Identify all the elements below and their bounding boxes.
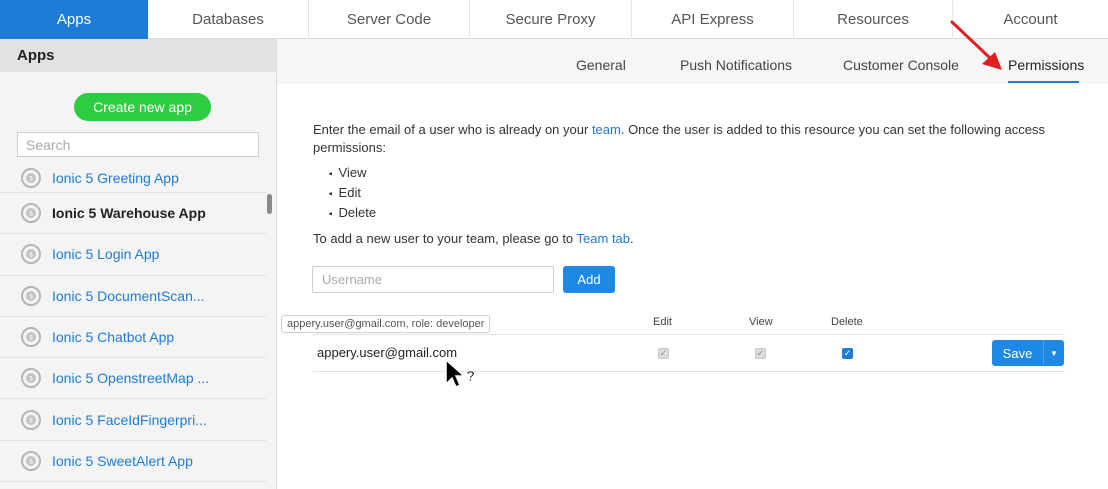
column-header-view: View: [749, 316, 773, 328]
user-email: appery.user@gmail.com: [317, 345, 458, 360]
save-button[interactable]: Save: [992, 340, 1043, 366]
tab-resources[interactable]: Resources: [794, 0, 953, 39]
list-item: View: [329, 164, 376, 184]
save-split-button: Save ▼: [992, 340, 1064, 366]
tab-permissions[interactable]: Permissions: [1008, 57, 1084, 73]
sidebar-scrollbar[interactable]: [266, 163, 273, 489]
active-tab-indicator: [1008, 81, 1079, 83]
tab-customer-console[interactable]: Customer Console: [843, 57, 959, 73]
tab-api-express[interactable]: API Express: [632, 0, 794, 39]
add-user-button[interactable]: Add: [563, 266, 615, 293]
create-new-app-button[interactable]: Create new app: [74, 93, 211, 121]
team-text: To add a new user to your team, please g…: [313, 231, 577, 246]
tab-server-code[interactable]: Server Code: [309, 0, 470, 39]
help-cursor-icon: ?: [445, 359, 476, 389]
app-name: Ionic 5 FaceIdFingerpri...: [52, 411, 207, 428]
row-divider: [313, 334, 1065, 335]
permission-list: View Edit Delete: [329, 164, 377, 224]
ionic-app-icon: $: [21, 167, 41, 188]
list-item[interactable]: $ Ionic 5 FaceIdFingerpri...: [0, 399, 266, 441]
team-instructions: To add a new user to your team, please g…: [313, 231, 634, 246]
list-item[interactable]: $ Ionic 5 Greeting App: [0, 163, 266, 193]
tab-push-notifications[interactable]: Push Notifications: [680, 57, 792, 73]
permissions-description: Enter the email of a user who is already…: [313, 121, 1073, 157]
ionic-app-icon: $: [21, 409, 41, 430]
list-item-selected[interactable]: $ Ionic 5 Warehouse App: [0, 193, 266, 235]
desc-text: Enter the email of a user who is already…: [313, 122, 592, 137]
app-name: Ionic 5 Warehouse App: [52, 205, 206, 222]
app-name: Ionic 5 Greeting App: [52, 169, 179, 186]
row-divider: [313, 371, 1065, 372]
caret-down-icon[interactable]: ▼: [1043, 340, 1064, 366]
delete-checkbox[interactable]: ✓: [842, 348, 853, 359]
ionic-app-icon: $: [21, 368, 41, 389]
tab-databases[interactable]: Databases: [148, 0, 309, 39]
app-list: $ Ionic 5 Greeting App $ Ionic 5 Warehou…: [0, 163, 266, 483]
list-item: Delete: [329, 204, 377, 224]
sidebar-title: Apps: [0, 39, 276, 72]
top-navigation: Apps Databases Server Code Secure Proxy …: [0, 0, 1108, 39]
ionic-app-icon: $: [21, 244, 41, 265]
scrollbar-thumb[interactable]: [267, 194, 272, 214]
svg-text:?: ?: [466, 368, 475, 385]
app-name: Ionic 5 DocumentScan...: [52, 287, 205, 304]
list-item[interactable]: $ Ionic 5 DocumentScan...: [0, 276, 266, 317]
tab-secure-proxy[interactable]: Secure Proxy: [470, 0, 632, 39]
column-header-edit: Edit: [653, 316, 672, 328]
team-tab-link[interactable]: Team tab: [577, 231, 630, 246]
app-name: Ionic 5 Login App: [52, 246, 160, 263]
app-name: Ionic 5 SweetAlert App: [52, 452, 193, 469]
user-tooltip: appery.user@gmail.com, role: developer: [281, 315, 491, 333]
tab-apps[interactable]: Apps: [0, 0, 148, 39]
annotation-arrow-icon: [950, 20, 1002, 70]
view-checkbox[interactable]: ✓: [755, 348, 766, 359]
ionic-app-icon: $: [21, 285, 41, 306]
list-item[interactable]: $ Ionic 5 OpenstreetMap ...: [0, 358, 266, 400]
apps-sidebar: Apps Create new app $ Ionic 5 Greeting A…: [0, 39, 277, 489]
ionic-app-icon: $: [21, 450, 41, 471]
list-item[interactable]: $ Ionic 5 SweetAlert App: [0, 441, 266, 483]
column-header-delete: Delete: [831, 316, 863, 328]
list-item[interactable]: $ Ionic 5 Login App: [0, 234, 266, 276]
main-panel: General Push Notifications Customer Cons…: [277, 39, 1108, 489]
app-name: Ionic 5 Chatbot App: [52, 329, 175, 346]
list-item[interactable]: $ Ionic 5 Chatbot App: [0, 317, 266, 359]
list-item: Edit: [329, 184, 376, 204]
tab-general[interactable]: General: [576, 57, 626, 73]
ionic-app-icon: $: [21, 203, 41, 224]
ionic-app-icon: $: [21, 327, 41, 348]
team-text: .: [630, 231, 634, 246]
app-name: Ionic 5 OpenstreetMap ...: [52, 370, 210, 387]
username-input[interactable]: [312, 266, 554, 293]
edit-checkbox[interactable]: ✓: [658, 348, 669, 359]
search-input[interactable]: [17, 132, 259, 157]
team-link[interactable]: team: [592, 122, 621, 137]
